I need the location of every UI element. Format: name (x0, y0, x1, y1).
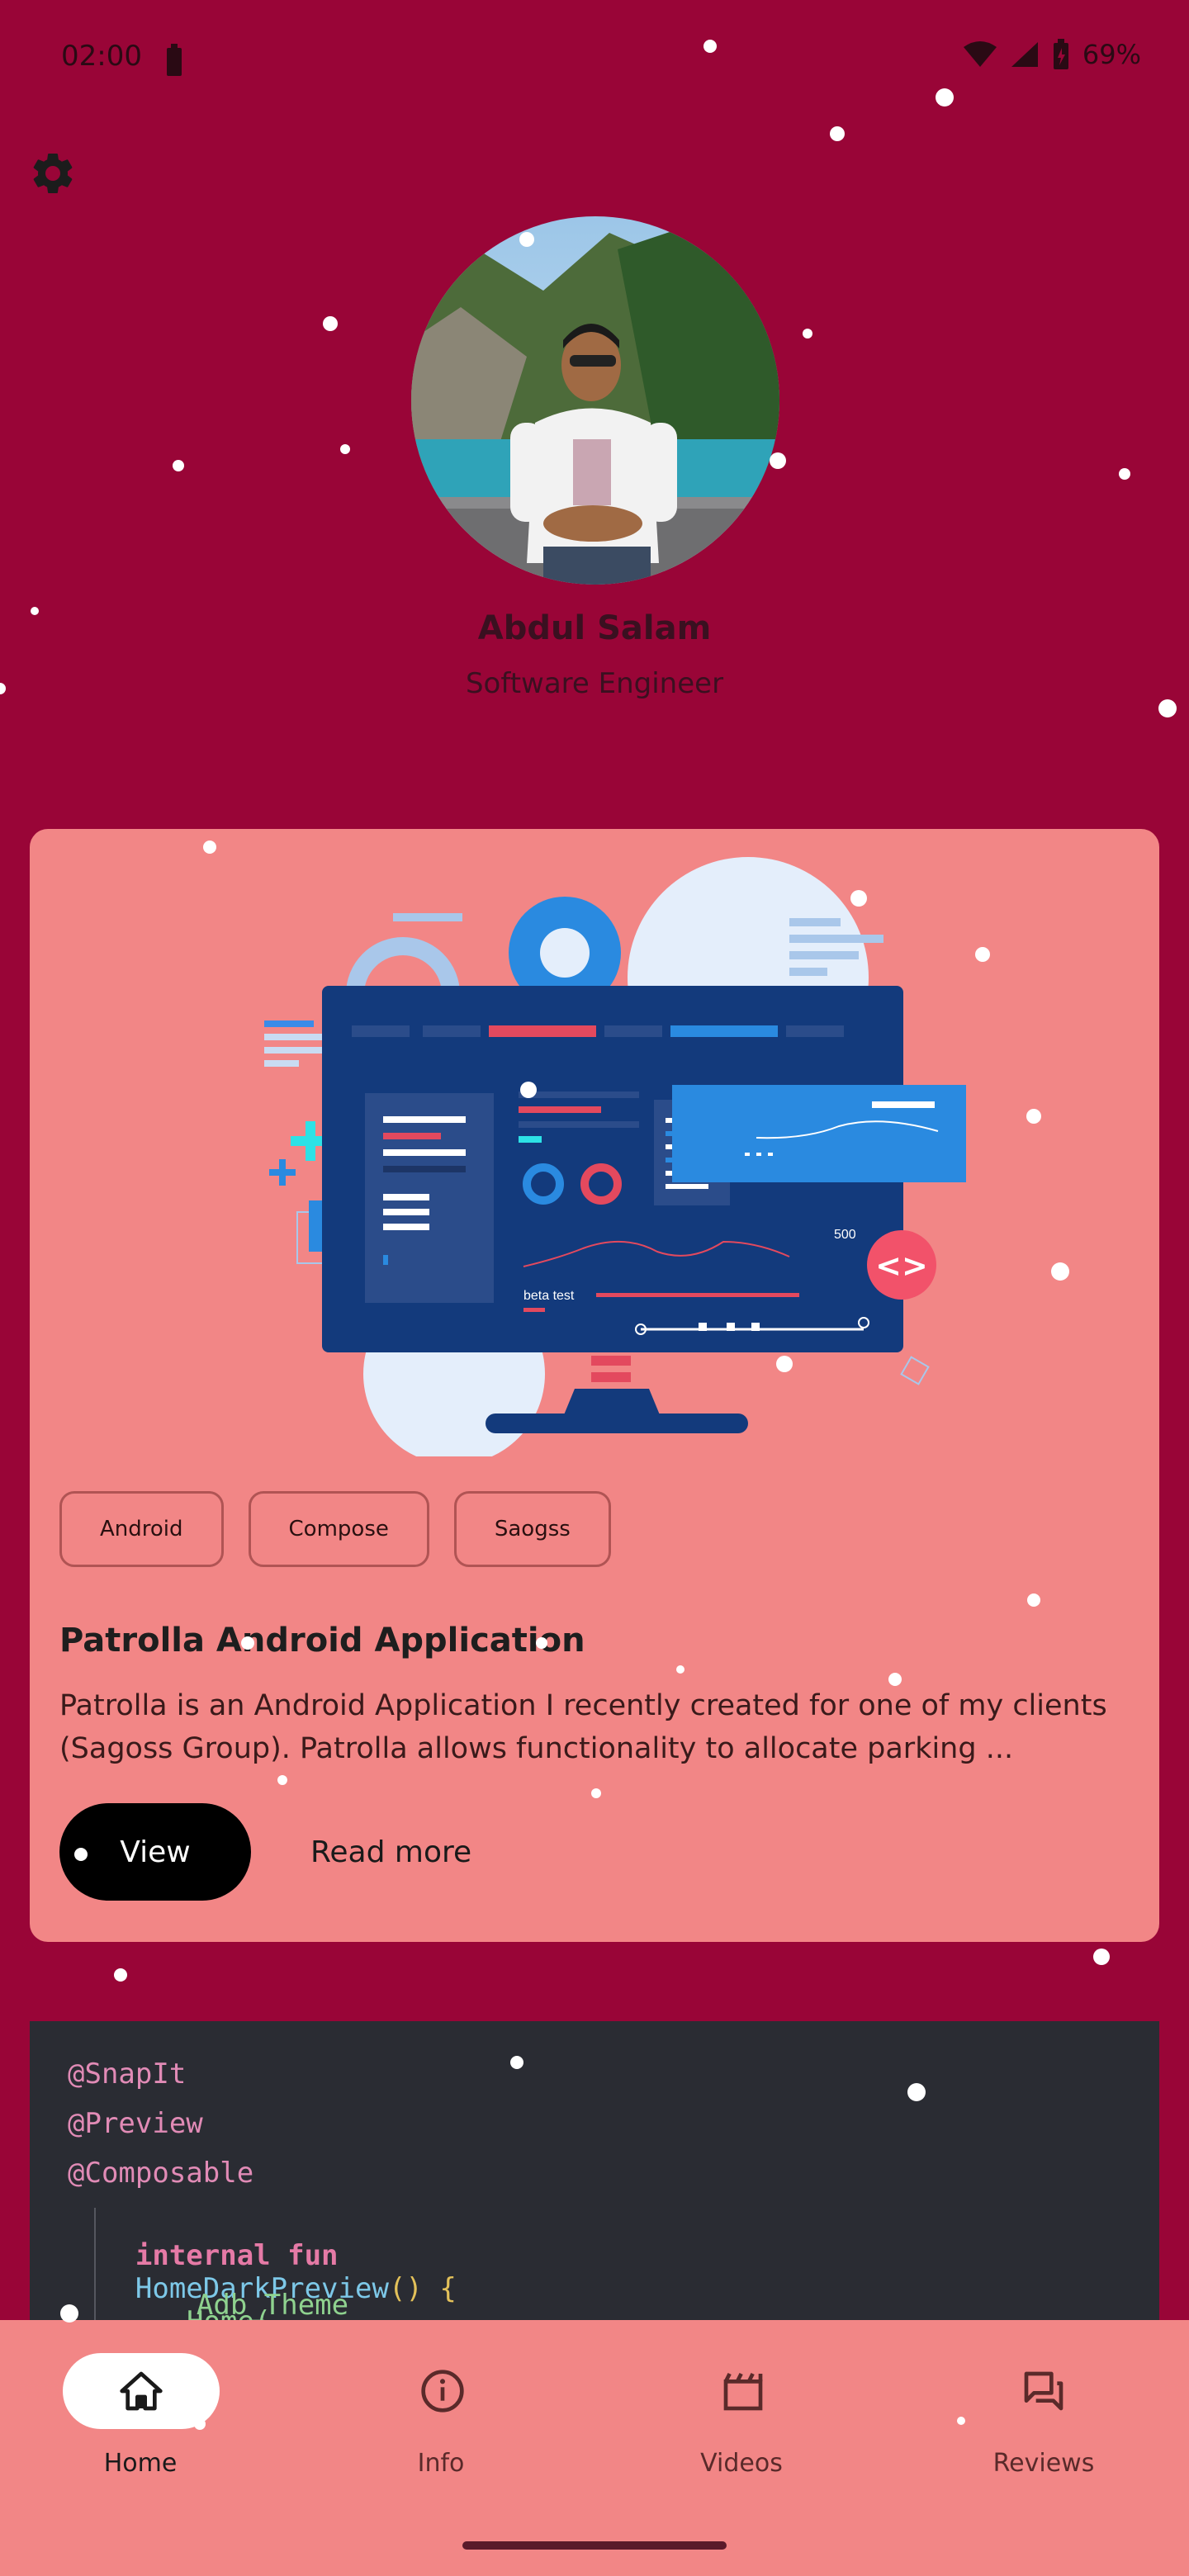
project-title: Patrolla Android Application (59, 1622, 585, 1660)
view-button[interactable]: View (59, 1803, 251, 1901)
illustration-label: beta test (523, 1289, 575, 1303)
nav-label-info: Info (417, 2449, 465, 2478)
chip-saogss[interactable]: Saogss (453, 1491, 611, 1567)
signal-icon (1011, 42, 1038, 67)
code-line: @Composable (68, 2157, 254, 2190)
battery-saver-icon (167, 44, 182, 76)
code-indent-guide (94, 2208, 96, 2335)
nav-item-reviews[interactable]: Reviews (892, 2320, 1189, 2485)
nav-item-videos[interactable]: Videos (594, 2320, 892, 2485)
bottom-navigation: Home Info Videos Reviews (0, 2320, 1189, 2576)
project-card[interactable]: 500 beta test <> Android Compose Saogss … (30, 829, 1159, 1942)
nav-label-home: Home (103, 2449, 178, 2478)
status-icons: 69% (962, 38, 1141, 71)
profile-name: Abdul Salam (477, 609, 712, 647)
battery-icon (1053, 39, 1068, 69)
wifi-icon (963, 41, 997, 67)
settings-gear-icon[interactable] (28, 149, 78, 198)
code-line: @SnapIt (68, 2057, 187, 2091)
tag-chips: Android Compose Saogss (59, 1491, 611, 1567)
profile-title: Software Engineer (465, 667, 724, 700)
project-illustration: 500 beta test <> (264, 857, 966, 1456)
illustration-value: 500 (834, 1228, 856, 1242)
info-icon (421, 2370, 464, 2413)
project-description: Patrolla is an Android Application I rec… (59, 1689, 1107, 1765)
battery-percent: 69% (1082, 39, 1141, 70)
code-snippet-card[interactable]: @SnapIt @Preview @Composable internal fu… (30, 2021, 1159, 2335)
nav-label-reviews: Reviews (992, 2449, 1095, 2478)
videos-icon (723, 2372, 763, 2411)
nav-item-info[interactable]: Info (297, 2320, 594, 2485)
home-icon (120, 2371, 163, 2411)
home-gesture-bar (462, 2541, 727, 2550)
reviews-icon (1024, 2371, 1063, 2411)
nav-item-home[interactable]: Home (0, 2320, 297, 2485)
code-bracket: () { (388, 2272, 457, 2305)
profile-avatar (411, 216, 779, 585)
chip-android[interactable]: Android (59, 1491, 224, 1567)
nav-label-videos: Videos (700, 2449, 783, 2478)
status-bar: 02:00 69% (0, 0, 1189, 116)
read-more-button[interactable]: Read more (310, 1803, 471, 1901)
chip-compose[interactable]: Compose (248, 1491, 429, 1567)
svg-text:<>: <> (875, 1248, 928, 1284)
code-line: @Preview (68, 2107, 203, 2140)
status-time: 02:00 (61, 40, 142, 73)
